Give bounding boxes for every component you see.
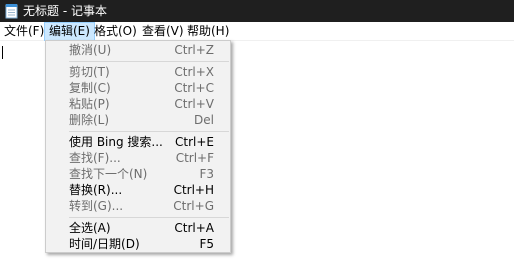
menu-help[interactable]: 帮助(H) [183,22,233,41]
menu-item-label: 撤消(U) [69,43,112,57]
menu-separator [69,217,229,218]
menu-item-delete[interactable]: 删除(L) Del [46,111,230,130]
menu-edit[interactable]: 编辑(E) [44,22,95,41]
notepad-app-icon [5,4,18,19]
edit-menu-dropdown: 撤消(U) Ctrl+Z 剪切(T) Ctrl+X 复制(C) Ctrl+C 粘… [45,40,231,253]
menu-format[interactable]: 格式(O) [90,22,141,41]
menu-item-shortcut: Ctrl+G [173,199,214,213]
window-title: 无标题 - 记事本 [23,4,107,18]
menu-item-shortcut: Ctrl+Z [174,43,214,57]
menu-item-label: 转到(G)... [69,199,124,213]
menu-file[interactable]: 文件(F) [0,22,48,41]
menu-item-goto[interactable]: 转到(G)... Ctrl+G [46,197,230,216]
menu-item-shortcut: Del [194,113,214,127]
text-caret [2,46,3,59]
menu-separator [69,61,229,62]
menu-separator [69,131,229,132]
menu-item-label: 时间/日期(D) [69,237,140,251]
menu-item-label: 删除(L) [69,113,110,127]
menu-view[interactable]: 查看(V) [138,22,188,41]
menu-item-undo[interactable]: 撤消(U) Ctrl+Z [46,41,230,60]
menu-item-time-date[interactable]: 时间/日期(D) F5 [46,235,230,254]
menu-item-shortcut: F5 [199,237,214,251]
menu-bar: 文件(F) 编辑(E) 格式(O) 查看(V) 帮助(H) [0,22,514,41]
title-bar: 无标题 - 记事本 [0,0,514,22]
